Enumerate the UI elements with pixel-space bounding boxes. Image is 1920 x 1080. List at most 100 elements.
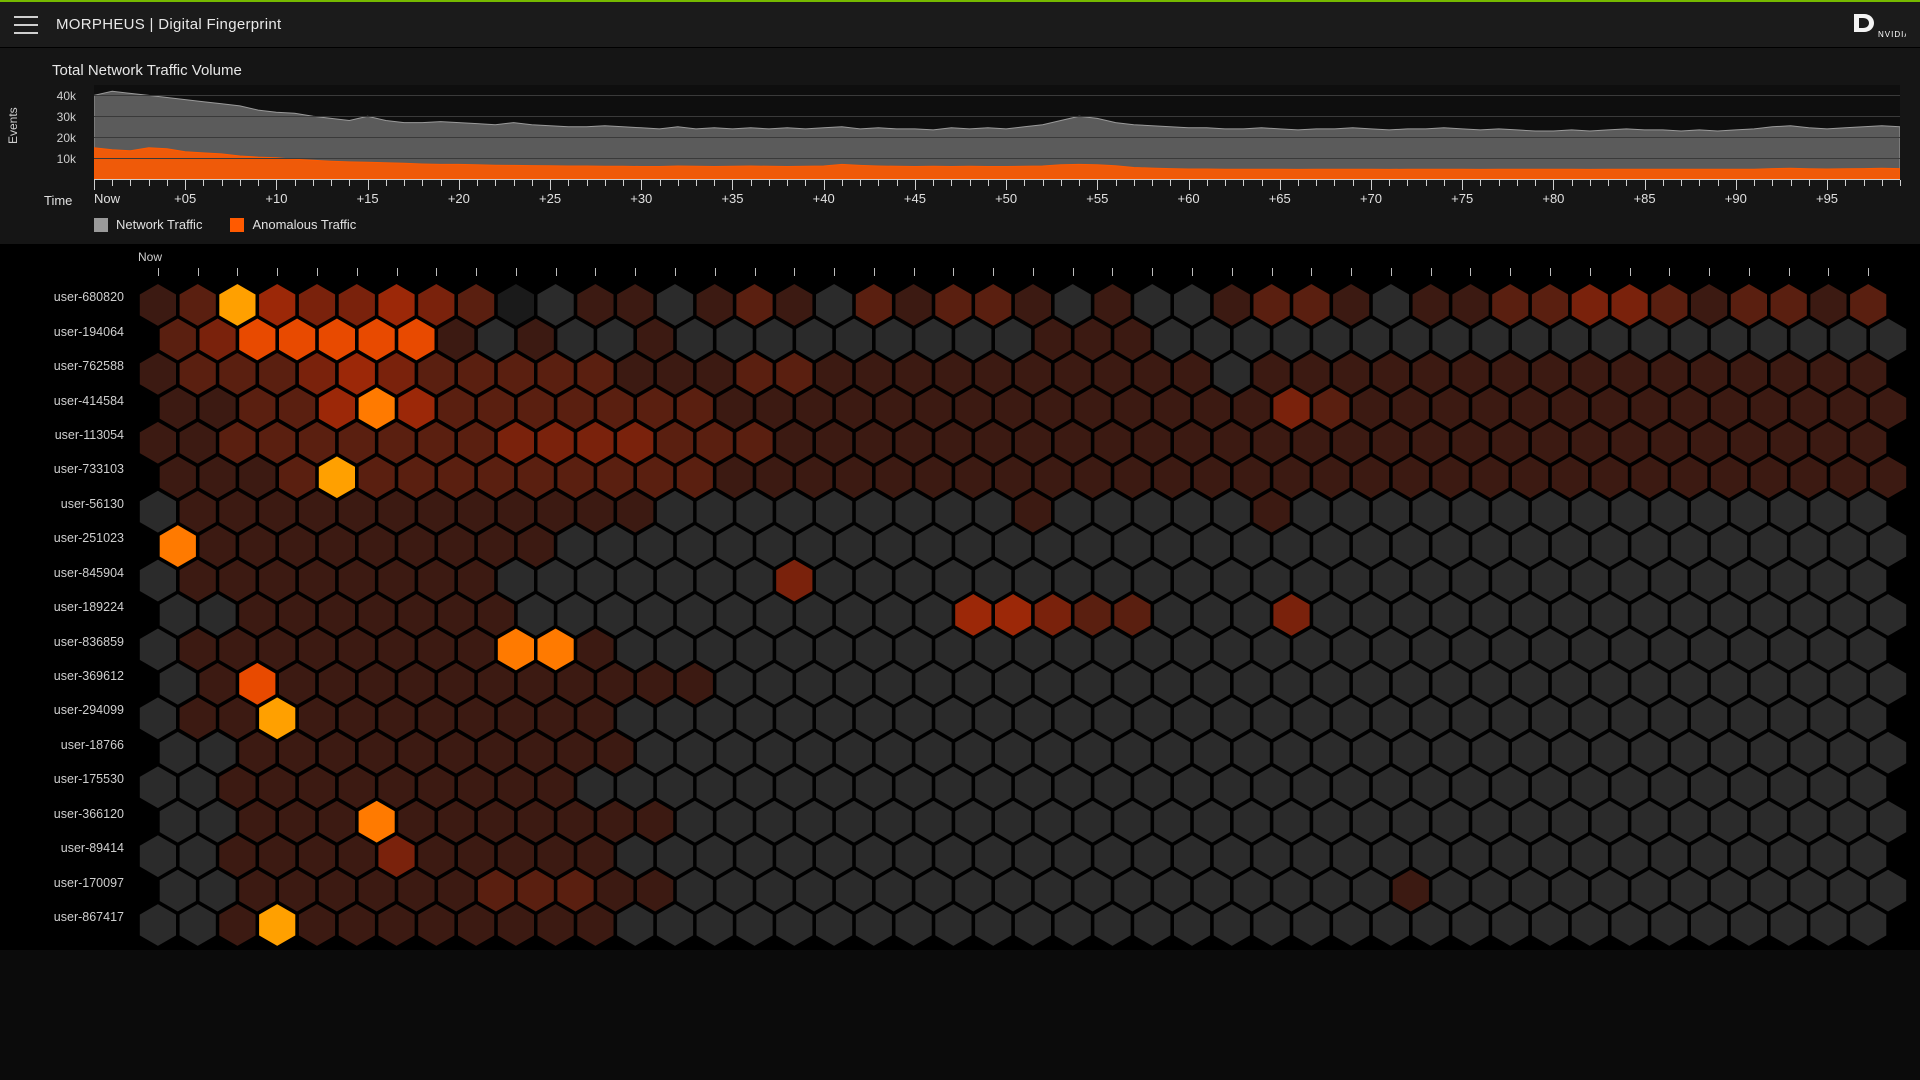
heatmap-row-label: user-175530 (0, 762, 138, 796)
chart-legend: Network Traffic Anomalous Traffic (94, 217, 1904, 232)
hex-cell[interactable] (1133, 903, 1171, 947)
hex-cell[interactable] (1770, 903, 1808, 947)
hex-cell[interactable] (139, 903, 177, 947)
hex-cell[interactable] (338, 903, 376, 947)
legend-label: Network Traffic (116, 217, 202, 232)
hex-cell[interactable] (735, 903, 773, 947)
hex-cell[interactable] (1292, 903, 1330, 947)
hex-cell[interactable] (1372, 903, 1410, 947)
hex-cell[interactable] (815, 903, 853, 947)
hex-cell[interactable] (656, 903, 694, 947)
hex-cell[interactable] (1571, 903, 1609, 947)
x-tick-label: +70 (1360, 191, 1382, 206)
legend-item-network[interactable]: Network Traffic (94, 217, 202, 232)
heatmap-row-label: user-194064 (0, 314, 138, 348)
x-axis-label: Time (16, 193, 94, 208)
heatmap-row-label: user-845904 (0, 556, 138, 590)
y-tick-label: 10k (50, 152, 76, 166)
x-tick-label: +85 (1634, 191, 1656, 206)
hex-cell[interactable] (1332, 903, 1370, 947)
hex-cell[interactable] (1730, 903, 1768, 947)
legend-swatch (230, 218, 244, 232)
x-tick-label: +60 (1178, 191, 1200, 206)
legend-swatch (94, 218, 108, 232)
hex-cell[interactable] (1093, 903, 1131, 947)
menu-icon[interactable] (14, 16, 38, 34)
chart-title: Total Network Traffic Volume (52, 62, 1904, 79)
area-chart[interactable] (94, 85, 1900, 179)
x-axis-ticks (94, 179, 1900, 189)
hex-cell[interactable] (696, 903, 734, 947)
x-tick-label: +65 (1269, 191, 1291, 206)
x-tick-label: +95 (1816, 191, 1838, 206)
svg-text:NVIDIA: NVIDIA (1878, 30, 1906, 39)
x-tick-label: +05 (174, 191, 196, 206)
x-tick-label: +35 (721, 191, 743, 206)
hex-cell[interactable] (457, 903, 495, 947)
y-axis-label: Events (6, 107, 20, 144)
hex-cell[interactable] (616, 903, 654, 947)
x-tick-label: +55 (1086, 191, 1108, 206)
y-tick-label: 20k (50, 131, 76, 145)
traffic-chart-panel: Total Network Traffic Volume Events Time… (0, 48, 1920, 244)
heatmap-row-label: user-18766 (0, 728, 138, 762)
hex-cell[interactable] (576, 903, 614, 947)
hex-cell[interactable] (258, 903, 296, 947)
hex-cell[interactable] (1451, 903, 1489, 947)
nvidia-logo: NVIDIA (1850, 10, 1906, 40)
hex-cell[interactable] (1054, 903, 1092, 947)
hex-cell[interactable] (1253, 903, 1291, 947)
x-tick-label: +40 (813, 191, 835, 206)
hex-heatmap[interactable] (138, 280, 1908, 950)
hex-cell[interactable] (1849, 903, 1887, 947)
y-tick-label: 30k (50, 110, 76, 124)
heatmap-row-label: user-89414 (0, 831, 138, 865)
hex-cell[interactable] (1014, 903, 1052, 947)
hex-cell[interactable] (417, 903, 455, 947)
x-axis-tick-labels: Now+05+10+15+20+25+30+35+40+45+50+55+60+… (94, 191, 1900, 209)
hex-cell[interactable] (1809, 903, 1847, 947)
x-tick-label: +45 (904, 191, 926, 206)
hex-cell[interactable] (1650, 903, 1688, 947)
hex-cell[interactable] (1690, 903, 1728, 947)
hex-heatmap-panel: Now user-680820user-194064user-762588use… (0, 244, 1920, 950)
x-tick-label: +25 (539, 191, 561, 206)
hex-cell[interactable] (855, 903, 893, 947)
hex-cell[interactable] (895, 903, 933, 947)
hex-cell[interactable] (497, 903, 535, 947)
hex-cell[interactable] (775, 903, 813, 947)
x-tick-label: +75 (1451, 191, 1473, 206)
y-tick-label: 40k (50, 89, 76, 103)
hex-cell[interactable] (218, 903, 256, 947)
hex-cell[interactable] (377, 903, 415, 947)
hex-cell[interactable] (1213, 903, 1251, 947)
heatmap-row-label: user-251023 (0, 521, 138, 555)
hex-cell[interactable] (974, 903, 1012, 947)
hex-cell[interactable] (1611, 903, 1649, 947)
x-tick-label: +10 (265, 191, 287, 206)
x-tick-label: Now (94, 191, 120, 206)
heatmap-row-label: user-113054 (0, 418, 138, 452)
hex-cell[interactable] (1412, 903, 1450, 947)
heatmap-row-label: user-836859 (0, 624, 138, 658)
heatmap-ticks (138, 268, 1908, 278)
x-tick-label: +15 (357, 191, 379, 206)
legend-item-anomalous[interactable]: Anomalous Traffic (230, 217, 356, 232)
app-header: MORPHEUS | Digital Fingerprint NVIDIA (0, 2, 1920, 48)
heatmap-row-label: user-56130 (0, 487, 138, 521)
hex-cell[interactable] (1531, 903, 1569, 947)
hex-cell[interactable] (934, 903, 972, 947)
x-tick-label: +30 (630, 191, 652, 206)
hex-cell[interactable] (179, 903, 217, 947)
hex-cell[interactable] (1491, 903, 1529, 947)
hex-cell[interactable] (1173, 903, 1211, 947)
hex-cell[interactable] (537, 903, 575, 947)
heatmap-user-labels: user-680820user-194064user-762588user-41… (0, 280, 138, 950)
x-tick-label: +90 (1725, 191, 1747, 206)
app-title: MORPHEUS | Digital Fingerprint (56, 16, 281, 33)
heatmap-row-label: user-294099 (0, 693, 138, 727)
x-tick-label: +50 (995, 191, 1017, 206)
heatmap-time-label: Now (138, 250, 162, 264)
hex-cell[interactable] (298, 903, 336, 947)
heatmap-row-label: user-762588 (0, 349, 138, 383)
